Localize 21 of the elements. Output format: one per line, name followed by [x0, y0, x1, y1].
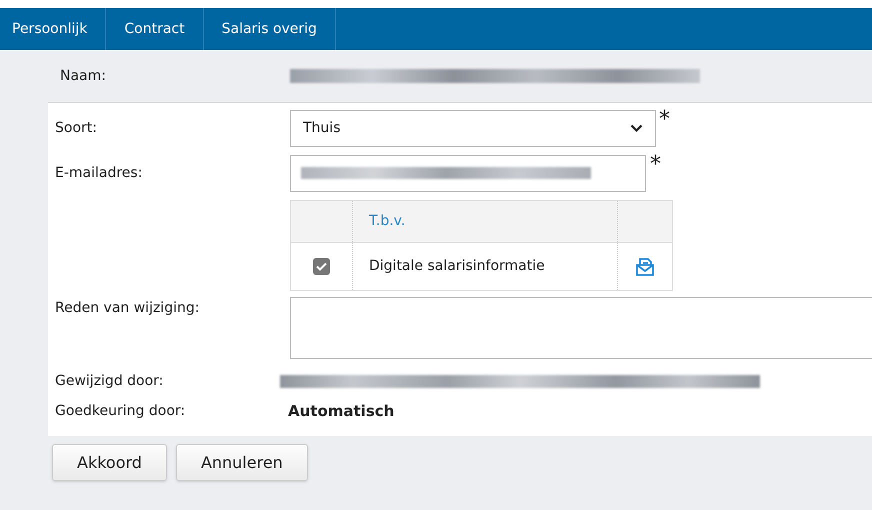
chevron-down-icon: [630, 124, 643, 132]
field-value: Automatisch: [288, 400, 394, 422]
cancel-button[interactable]: Annuleren: [176, 444, 308, 481]
field-label: E-mailadres:: [55, 164, 144, 182]
field-label: Reden van wijziging:: [55, 299, 200, 318]
required-mark: *: [650, 154, 661, 176]
column-header[interactable]: T.b.v.: [369, 211, 406, 232]
confirm-button[interactable]: Akkoord: [52, 444, 167, 481]
type-dropdown[interactable]: Thuis: [290, 110, 656, 146]
email-field[interactable]: [290, 154, 646, 192]
field-label: Soort:: [55, 118, 98, 138]
field-label: Naam:: [60, 66, 107, 86]
required-mark: *: [659, 109, 670, 131]
mail-document-icon[interactable]: [635, 256, 655, 276]
table-cell-text: Digitale salarisinformatie: [369, 257, 545, 276]
checkbox[interactable]: [313, 258, 330, 275]
field-label: Goedkeuring door:: [55, 402, 186, 420]
field-label: Gewijzigd door:: [55, 372, 164, 390]
reason-textarea[interactable]: [290, 297, 872, 359]
tab[interactable]: Salaris overig: [204, 8, 336, 50]
checkmark-icon: [316, 262, 327, 271]
